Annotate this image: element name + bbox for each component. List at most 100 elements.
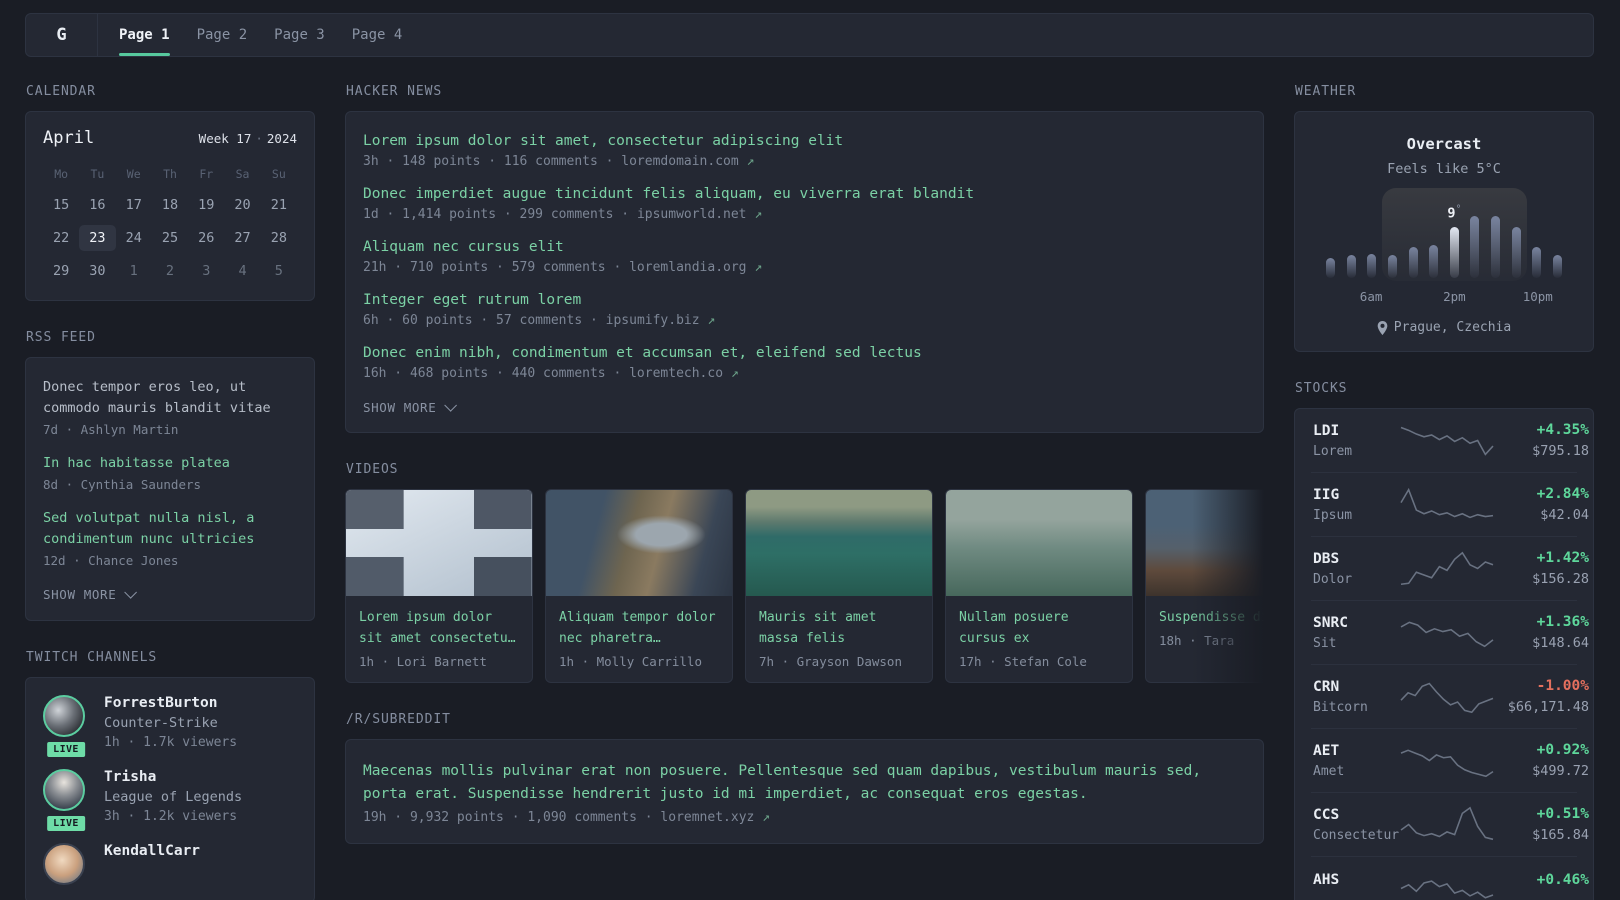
stock-row[interactable]: AHS +0.46% — [1311, 856, 1589, 900]
stock-ticker[interactable]: SNRC — [1313, 615, 1401, 631]
twitch-channel-row[interactable]: LIVE Trisha League of Legends 3h · 1.2k vie… — [43, 769, 297, 833]
rss-show-more-button[interactable]: SHOW MORE — [43, 586, 138, 602]
channel-meta: 3h · 1.2k viewers — [104, 809, 238, 824]
rss-item[interactable]: Donec tempor eros leo, ut commodo mauris… — [43, 377, 297, 437]
story-domain-link[interactable]: loremtech.co — [629, 366, 731, 381]
video-title[interactable]: Nullam posuere cursus ex — [959, 607, 1119, 649]
video-thumbnail[interactable] — [546, 490, 732, 596]
hackernews-story[interactable]: Lorem ipsum dolor sit amet, consectetur … — [363, 133, 1246, 169]
external-link-icon: ↗ — [754, 260, 763, 275]
video-title[interactable]: Lorem ipsum dolor sit amet consectetu… — [359, 607, 519, 649]
stock-ticker[interactable]: DBS — [1313, 551, 1401, 567]
rss-widget: RSS FEED Donec tempor eros leo, ut commo… — [25, 330, 315, 621]
tab-page-1[interactable]: Page 1 — [119, 14, 170, 56]
map-pin-icon — [1377, 320, 1388, 335]
rss-item-meta: 7d · Ashlyn Martin — [43, 422, 179, 437]
show-more-label: SHOW MORE — [363, 400, 437, 415]
hackernews-story[interactable]: Integer eget rutrum lorem 6h · 60 points … — [363, 292, 1246, 328]
calendar-month: April — [43, 128, 95, 148]
story-domain-link[interactable]: loremlandia.org — [629, 260, 754, 275]
channel-name[interactable]: ForrestBurton — [104, 695, 237, 711]
rss-label: RSS FEED — [26, 330, 96, 345]
video-card[interactable]: Nullam posuere cursus ex 17h · Stefan Col… — [945, 489, 1133, 683]
stock-ticker[interactable]: CCS — [1313, 807, 1401, 823]
stock-ticker[interactable]: AET — [1313, 743, 1401, 759]
calendar-day: 19 — [198, 197, 215, 213]
channel-game: League of Legends — [104, 789, 243, 805]
stock-ticker[interactable]: CRN — [1313, 679, 1401, 695]
subreddit-post[interactable]: Maecenas mollis pulvinar erat non posuer… — [363, 760, 1246, 825]
stock-price: $499.72 — [1532, 763, 1589, 779]
stock-ticker[interactable]: AHS — [1313, 872, 1401, 888]
story-domain-link[interactable]: ipsumworld.net — [637, 207, 754, 222]
channel-name[interactable]: KendallCarr — [104, 843, 200, 859]
tab-page-3[interactable]: Page 3 — [274, 14, 325, 56]
video-thumbnail[interactable] — [1146, 490, 1264, 596]
video-title[interactable]: Mauris sit amet massa felis — [759, 607, 919, 649]
video-card[interactable]: Suspendisse diam 18h · Tara — [1145, 489, 1264, 683]
channel-game: Counter-Strike — [104, 715, 218, 731]
twitch-channel-row[interactable]: LIVE ForrestBurton Counter-Strike 1h · 1.7k… — [43, 695, 297, 759]
story-title[interactable]: Aliquam nec cursus elit — [363, 239, 1246, 255]
rss-item[interactable]: In hac habitasse platea 8d · Cynthia Saun… — [43, 453, 297, 492]
channel-avatar — [43, 695, 85, 737]
tab-page-2[interactable]: Page 2 — [197, 14, 248, 56]
story-domain-link[interactable]: ipsumify.biz — [606, 313, 708, 328]
stock-row[interactable]: SNRC Sit +1.36% $148.64 — [1311, 600, 1589, 664]
calendar-day: 26 — [198, 230, 215, 246]
stock-ticker[interactable]: IIG — [1313, 487, 1401, 503]
video-card[interactable]: Mauris sit amet massa felis 7h · Grayson … — [745, 489, 933, 683]
video-title[interactable]: Aliquam tempor dolor nec pharetra… — [559, 607, 719, 649]
stock-row[interactable]: LDI Lorem +4.35% $795.18 — [1311, 409, 1589, 472]
calendar-separator: · — [255, 131, 263, 146]
story-title[interactable]: Donec imperdiet augue tincidunt felis al… — [363, 186, 1246, 202]
post-domain-link[interactable]: loremnet.xyz — [660, 810, 762, 825]
video-thumbnail[interactable] — [946, 490, 1132, 596]
post-meta: 19h · 9,932 points · 1,090 comments · lo… — [363, 810, 770, 825]
calendar-day: 30 — [89, 263, 106, 279]
dashboard-columns: CALENDAR April Week 17 · 2024 Mo Tu We Th Fr Sa… — [25, 84, 1594, 900]
calendar-week-year: Week 17 · 2024 — [199, 131, 297, 146]
stock-row[interactable]: AET Amet +0.92% $499.72 — [1311, 728, 1589, 792]
post-title[interactable]: Maecenas mollis pulvinar erat non posuer… — [363, 760, 1246, 806]
weekday-header: Su — [271, 167, 286, 181]
calendar-day: 1 — [129, 263, 138, 279]
video-card[interactable]: Aliquam tempor dolor nec pharetra… 1h · M… — [545, 489, 733, 683]
twitch-channel-row[interactable]: KendallCarr — [43, 843, 297, 885]
weather-bar — [1470, 216, 1480, 278]
rss-item-title[interactable]: Donec tempor eros leo, ut commodo mauris… — [43, 377, 297, 419]
stock-row[interactable]: IIG Ipsum +2.84% $42.04 — [1311, 472, 1589, 536]
weather-bar-current — [1449, 227, 1459, 278]
channel-name[interactable]: Trisha — [104, 769, 242, 785]
tab-page-4[interactable]: Page 4 — [352, 14, 403, 56]
stock-row[interactable]: CCS Consectetur +0.51% $165.84 — [1311, 792, 1589, 856]
show-more-label: SHOW MORE — [43, 587, 117, 602]
rss-item-title[interactable]: Sed volutpat nulla nisl, a condimentum n… — [43, 508, 297, 550]
story-title[interactable]: Integer eget rutrum lorem — [363, 292, 1246, 308]
weather-bar — [1491, 216, 1500, 278]
calendar-day: 29 — [53, 263, 70, 279]
story-title[interactable]: Donec enim nibh, condimentum et accumsan… — [363, 345, 1246, 361]
video-thumbnail[interactable] — [746, 490, 932, 596]
weather-bar — [1367, 254, 1377, 278]
page-tabs: Page 1 Page 2 Page 3 Page 4 — [98, 14, 402, 56]
stock-row[interactable]: DBS Dolor +1.42% $156.28 — [1311, 536, 1589, 600]
story-domain-link[interactable]: loremdomain.com — [621, 154, 746, 169]
calendar-day: 4 — [238, 263, 247, 279]
external-link-icon: ↗ — [730, 366, 739, 381]
video-thumbnail[interactable] — [346, 490, 532, 596]
hackernews-story[interactable]: Aliquam nec cursus elit 21h · 710 points … — [363, 239, 1246, 275]
story-title[interactable]: Lorem ipsum dolor sit amet, consectetur … — [363, 133, 1246, 149]
stock-row[interactable]: CRN Bitcorn -1.00% $66,171.48 — [1311, 664, 1589, 728]
hackernews-show-more-button[interactable]: SHOW MORE — [363, 399, 458, 415]
stock-sparkline — [1400, 880, 1494, 899]
hackernews-story[interactable]: Donec imperdiet augue tincidunt felis al… — [363, 186, 1246, 222]
rss-item-title[interactable]: In hac habitasse platea — [43, 453, 297, 474]
app-logo[interactable]: G — [26, 14, 97, 56]
hackernews-label: HACKER NEWS — [346, 84, 443, 99]
hackernews-story[interactable]: Donec enim nibh, condimentum et accumsan… — [363, 345, 1246, 381]
video-title[interactable]: Suspendisse diam — [1159, 607, 1264, 628]
rss-item[interactable]: Sed volutpat nulla nisl, a condimentum n… — [43, 508, 297, 568]
stock-ticker[interactable]: LDI — [1313, 423, 1401, 439]
video-card[interactable]: Lorem ipsum dolor sit amet consectetu… 1h… — [345, 489, 533, 683]
